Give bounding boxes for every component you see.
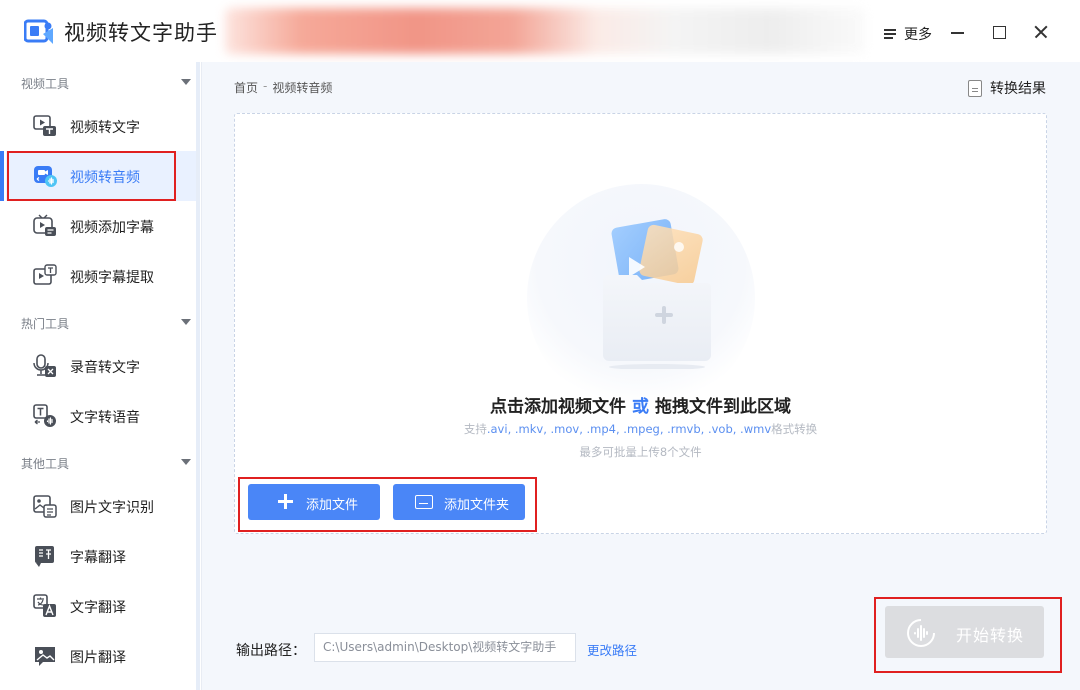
app-title: 视频转文字助手 [64,21,218,45]
title-bar: 视频转文字助手 更多 [0,0,1080,62]
audio-wave-icon [907,619,935,647]
sidebar-item-subtitle-translate[interactable]: 字幕翻译 [6,531,196,581]
sidebar-item-add-subtitle[interactable]: 视频添加字幕 [6,201,196,251]
breadcrumb-current: 视频转音频 [272,81,333,95]
text-to-speech-icon [33,404,56,427]
minimize-button[interactable] [949,22,967,40]
sidebar-item-label: 录音转文字 [70,360,140,376]
add-folder-illustration-icon [603,219,711,369]
sidebar-item-text-to-speech[interactable]: 文字转语音 [6,391,196,441]
add-folder-label: 添加文件夹 [444,498,510,513]
sidebar-item-video-to-audio[interactable]: 视频转音频 [6,151,196,201]
sidebar-item-label: 图片文字识别 [70,500,154,516]
chevron-down-icon [181,459,191,465]
sidebar-scrollbar[interactable] [196,62,200,690]
breadcrumb-separator: - [263,79,268,93]
start-conversion-label: 开始转换 [956,626,1025,645]
sidebar-item-label: 图片翻译 [70,650,126,666]
sidebar-item-label: 文字转语音 [70,410,140,426]
file-dropzone[interactable]: 点击添加视频文件或拖拽文件到此区域 支持.avi, .mkv, .mov, .m… [234,113,1047,534]
sidebar-item-image-translate[interactable]: 图片翻译 [6,631,196,681]
close-button[interactable] [1032,22,1050,40]
sidebar-item-label: 视频添加字幕 [70,220,154,236]
video-to-audio-icon [34,166,57,187]
start-conversion-button[interactable]: 开始转换 [885,606,1044,658]
sidebar-item-video-to-text[interactable]: 视频转文字 [6,101,196,151]
section-video-tools[interactable]: 视频工具 [21,75,193,92]
more-label: 更多 [904,27,932,43]
sidebar-item-label: 视频转音频 [70,170,140,186]
dropzone-title: 点击添加视频文件或拖拽文件到此区域 [490,397,791,417]
text-translate-icon [33,594,56,617]
chevron-down-icon [181,79,191,85]
maximize-button[interactable] [990,22,1008,40]
upload-limit-note: 最多可批量上传8个文件 [579,445,702,459]
menu-icon [884,28,898,40]
section-hot-tools[interactable]: 热门工具 [21,315,193,332]
conversion-results-label: 转换结果 [990,81,1046,97]
section-other-tools[interactable]: 其他工具 [21,455,193,472]
sidebar-item-image-ocr[interactable]: 图片文字识别 [6,481,196,531]
change-path-link[interactable]: 更改路径 [587,640,637,659]
app-logo-icon [24,19,53,44]
extract-subtitle-icon [33,264,57,285]
add-folder-button[interactable]: 添加文件夹 [393,484,525,520]
chevron-down-icon [181,319,191,325]
output-path-label: 输出路径： [236,643,306,659]
sidebar-item-label: 视频字幕提取 [70,270,154,286]
conversion-results-button[interactable]: 转换结果 [968,78,1046,98]
video-to-text-icon [33,115,56,136]
image-translate-icon [35,647,55,666]
breadcrumb: 首页 - 视频转音频 [234,79,332,96]
document-icon [968,79,982,97]
sidebar-item-label: 视频转文字 [70,120,140,136]
more-menu-button[interactable]: 更多 [884,24,932,44]
image-ocr-icon [33,495,57,518]
microphone-icon [33,354,56,377]
ad-banner[interactable] [225,8,865,54]
sidebar-item-text-translate[interactable]: 文字翻译 [6,581,196,631]
add-subtitle-icon [33,214,56,236]
breadcrumb-home[interactable]: 首页 [234,79,258,96]
sidebar-item-label: 字幕翻译 [70,550,126,566]
sidebar: 视频工具 视频转文字 视频转音频 视频添加字幕 视频字幕提取 热门工具 录音转文… [0,62,202,690]
output-path-field[interactable]: C:\Users\admin\Desktop\视频转文字助手 [314,633,576,662]
subtitle-translate-icon [35,546,54,567]
plus-icon [278,494,293,509]
folder-icon [415,495,433,509]
supported-formats: 支持.avi, .mkv, .mov, .mp4, .mpeg, .rmvb, … [463,422,818,436]
sidebar-item-extract-subtitle[interactable]: 视频字幕提取 [6,251,196,301]
sidebar-item-recording-to-text[interactable]: 录音转文字 [6,341,196,391]
active-indicator [0,151,4,201]
add-file-label: 添加文件 [306,498,359,513]
sidebar-item-label: 文字翻译 [70,600,126,616]
add-file-button[interactable]: 添加文件 [248,484,380,520]
main-panel: 首页 - 视频转音频 转换结果 点击添加视频文件 或 拖拽文件到此区域 支持.a… [202,62,1080,690]
